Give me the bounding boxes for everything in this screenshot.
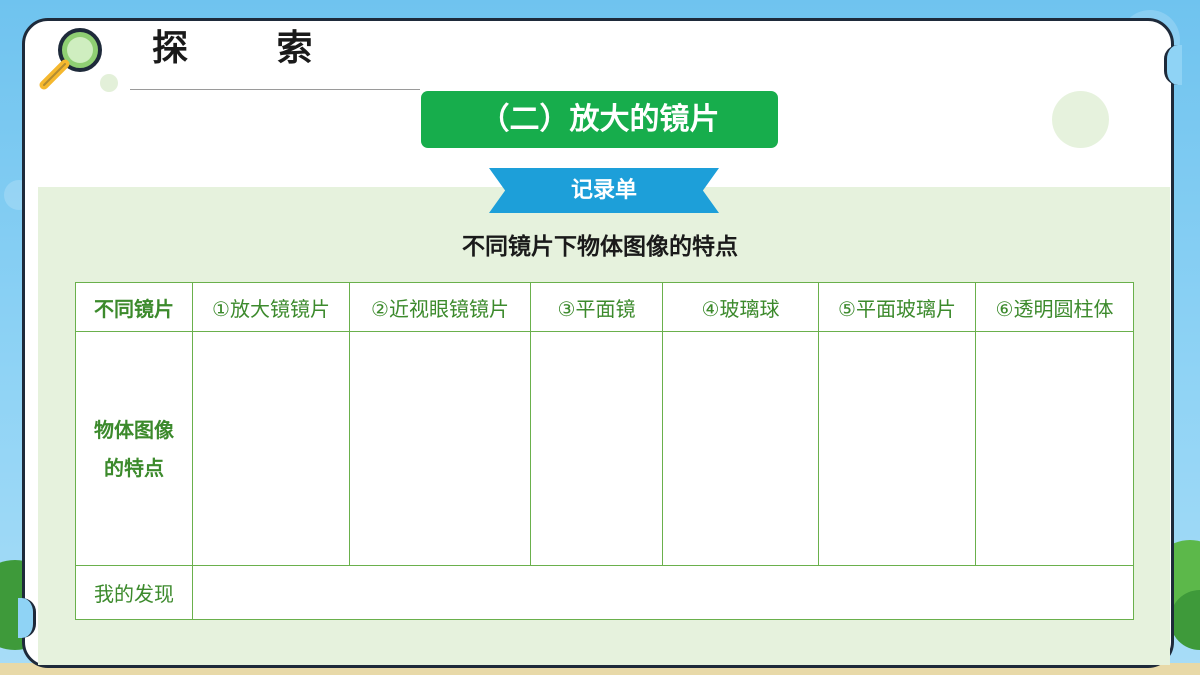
header-cell-glass-ball: ④玻璃球 [662,282,819,332]
row-label-line-1: 物体图像 [94,417,174,442]
record-sheet-ribbon: 记录单 [489,168,719,213]
findings-label: 我的发现 [75,565,193,620]
answer-cell[interactable] [192,331,350,566]
answer-cell[interactable] [975,331,1134,566]
header-cell-lens-type: 不同镜片 [75,282,193,332]
header-cell-plane-mirror: ③平面镜 [530,282,663,332]
image-features-row: 物体图像 的特点 [75,331,1134,566]
answer-cell[interactable] [530,331,663,566]
page-heading: 探 索 [152,28,351,69]
findings-answer-cell[interactable] [192,565,1134,620]
title-banner: （二）放大的镜片 [421,91,778,148]
table-title: 不同镜片下物体图像的特点 [462,234,738,260]
header-cell-transparent-cylinder: ⑥透明圆柱体 [975,282,1134,332]
magnifier-icon [39,28,102,90]
table-header-row: 不同镜片 ①放大镜镜片 ②近视眼镜镜片 ③平面镜 ④玻璃球 ⑤平面玻璃片 ⑥透明… [75,282,1134,332]
card-notch-right [1164,45,1182,85]
card-notch-left [18,598,36,638]
header-cell-myopia-lens: ②近视眼镜镜片 [349,282,531,332]
row-label-line-2: 的特点 [104,455,164,480]
answer-cell[interactable] [818,331,976,566]
answer-cell[interactable] [662,331,819,566]
findings-row: 我的发现 [75,565,1134,620]
answer-cell[interactable] [349,331,531,566]
record-table: 不同镜片 ①放大镜镜片 ②近视眼镜镜片 ③平面镜 ④玻璃球 ⑤平面玻璃片 ⑥透明… [75,282,1134,620]
header-cell-magnifier-lens: ①放大镜镜片 [192,282,350,332]
decorative-circle [1052,91,1109,148]
row-label-image-features: 物体图像 的特点 [75,331,193,566]
heading-divider [130,89,420,90]
header-cell-flat-glass: ⑤平面玻璃片 [818,282,976,332]
